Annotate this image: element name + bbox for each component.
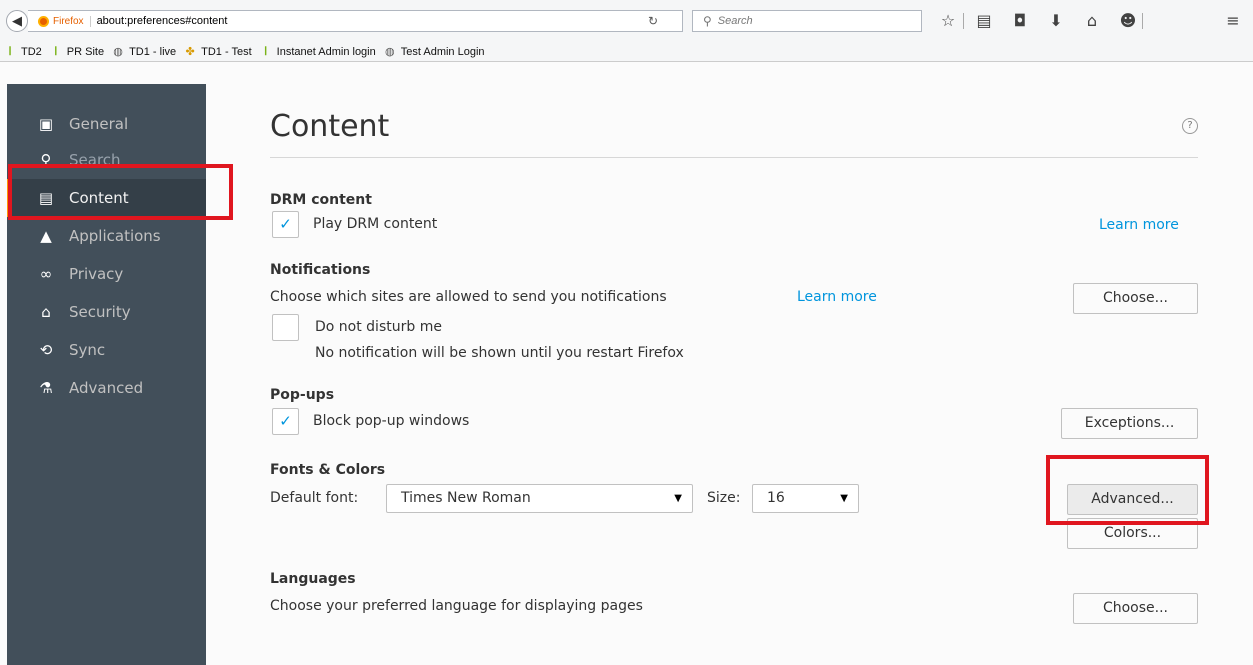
sidebar-item-applications[interactable]: ▲ Applications	[7, 217, 206, 255]
size-label: Size:	[707, 490, 741, 506]
firefox-icon	[38, 15, 49, 27]
sync-icon: ⟲	[39, 341, 53, 359]
search-icon: ⚲	[703, 14, 712, 28]
bookmark-star-icon[interactable]: ☆	[938, 11, 958, 31]
sidebar-item-label: General	[69, 115, 129, 133]
search-icon: ⚲	[40, 151, 52, 169]
block-popups-checkbox[interactable]: ✓	[272, 408, 299, 435]
bookmark-item[interactable]: ⅼ TD2	[4, 45, 41, 58]
sidebar-item-search[interactable]: ⚲ Search	[7, 143, 206, 169]
bookmark-item[interactable]: ✤ TD1 - Test	[184, 46, 252, 58]
hamburger-menu-icon[interactable]: ≡	[1223, 11, 1243, 31]
bookmark-item[interactable]: ⅼ PR Site	[50, 46, 104, 58]
globe-icon: ◍	[113, 45, 123, 58]
default-font-select[interactable]: Times New Roman ▼	[386, 484, 693, 513]
default-font-value: Times New Roman	[401, 490, 531, 506]
leaf-icon: ⅼ	[8, 45, 12, 58]
drm-heading: DRM content	[270, 192, 372, 208]
popups-heading: Pop-ups	[270, 387, 335, 403]
notifications-learn-more-link[interactable]: Learn more	[797, 289, 877, 305]
content-icon: ▤	[38, 189, 54, 207]
sidebar-item-label: Privacy	[69, 265, 124, 283]
block-popups-label[interactable]: Block pop-up windows	[313, 413, 469, 429]
bookmark-item[interactable]: ◍ TD1 - live	[112, 46, 176, 58]
sidebar-item-label: Applications	[69, 227, 161, 245]
bookmarks-menu-icon[interactable]: ▤	[974, 11, 994, 31]
play-drm-label[interactable]: Play DRM content	[313, 216, 437, 232]
colors-button[interactable]: Colors...	[1067, 518, 1198, 549]
sidebar-item-label: Advanced	[69, 379, 144, 397]
content-pane: Content ? DRM content ✓ Play DRM content…	[206, 84, 1253, 665]
play-drm-checkbox[interactable]: ✓	[272, 211, 299, 238]
privacy-icon: ∞	[39, 265, 53, 283]
fonts-colors-heading: Fonts & Colors	[270, 462, 386, 478]
back-button[interactable]: ◀	[6, 10, 28, 32]
search-input[interactable]: ⚲ Search	[692, 10, 922, 32]
page-title: Content	[270, 109, 390, 144]
bookmark-item[interactable]: ⅼ Instanet Admin login	[260, 46, 376, 58]
leaf-icon: ⅼ	[54, 45, 58, 58]
preferences-sidebar: ▣ General ⚲ Search ▤ Content ▲ Applicati…	[7, 84, 206, 665]
checkmark-icon: ✓	[279, 412, 292, 430]
security-icon: ⌂	[41, 303, 51, 321]
reload-icon[interactable]: ↻	[648, 14, 658, 28]
navigation-toolbar: ◀ Firefox about:preferences#content ↻ ⚲ …	[0, 0, 1253, 42]
sidebar-item-label: Search	[69, 151, 121, 169]
popups-exceptions-button[interactable]: Exceptions...	[1061, 408, 1198, 439]
help-icon[interactable]: ?	[1182, 118, 1198, 134]
sidebar-item-label: Sync	[69, 341, 106, 359]
do-not-disturb-note: No notification will be shown until you …	[315, 345, 684, 361]
sidebar-item-content[interactable]: ▤ Content	[7, 179, 206, 217]
sidebar-item-security[interactable]: ⌂ Security	[7, 293, 206, 331]
sidebar-item-label: Content	[69, 189, 129, 207]
chevron-down-icon: ▼	[674, 493, 682, 504]
font-size-select[interactable]: 16 ▼	[752, 484, 859, 513]
do-not-disturb-label[interactable]: Do not disturb me	[315, 319, 442, 335]
languages-description: Choose your preferred language for displ…	[270, 598, 643, 614]
font-size-value: 16	[767, 490, 785, 506]
do-not-disturb-checkbox[interactable]	[272, 314, 299, 341]
languages-heading: Languages	[270, 571, 356, 587]
general-icon: ▣	[38, 115, 54, 133]
toolbar-separator	[963, 13, 964, 29]
notifications-choose-button[interactable]: Choose...	[1073, 283, 1198, 314]
search-placeholder: Search	[717, 15, 753, 27]
home-icon[interactable]: ⌂	[1082, 11, 1102, 31]
toolbar-separator	[1142, 13, 1143, 29]
sidebar-item-privacy[interactable]: ∞ Privacy	[7, 255, 206, 293]
leaf-icon: ⅼ	[264, 45, 268, 58]
fonts-advanced-button[interactable]: Advanced...	[1067, 484, 1198, 515]
sidebar-item-sync[interactable]: ⟲ Sync	[7, 331, 206, 369]
globe-icon: ◍	[384, 45, 395, 58]
languages-choose-button[interactable]: Choose...	[1073, 593, 1198, 624]
back-arrow-icon: ◀	[12, 13, 22, 29]
bookmark-item[interactable]: ◍ Test Admin Login	[384, 46, 485, 58]
hello-icon[interactable]: ☻	[1118, 11, 1138, 31]
notifications-heading: Notifications	[270, 262, 371, 278]
downloads-icon[interactable]: ⬇	[1046, 11, 1066, 31]
pocket-icon[interactable]: ◘	[1010, 11, 1030, 31]
drm-learn-more-link[interactable]: Learn more	[1099, 217, 1179, 233]
checkmark-icon: ✓	[279, 215, 292, 233]
default-font-label: Default font:	[270, 490, 359, 506]
chevron-down-icon: ▼	[840, 493, 848, 504]
identity-label: Firefox	[53, 15, 91, 27]
advanced-icon: ⚗	[39, 379, 53, 397]
sidebar-item-general[interactable]: ▣ General	[7, 105, 206, 143]
notifications-description: Choose which sites are allowed to send y…	[270, 289, 667, 305]
sidebar-item-advanced[interactable]: ⚗ Advanced	[7, 369, 206, 407]
url-text[interactable]: about:preferences#content	[91, 15, 228, 27]
url-bar[interactable]: Firefox about:preferences#content ↻	[28, 10, 683, 32]
sidebar-item-label: Security	[69, 303, 131, 321]
bookmarks-toolbar: ⅼ TD2 ⅼ PR Site ◍ TD1 - live ✤ TD1 - Test ⅼI…	[0, 42, 1253, 62]
applications-icon: ▲	[40, 227, 52, 245]
divider	[270, 157, 1198, 158]
td-icon: ✤	[185, 45, 195, 58]
